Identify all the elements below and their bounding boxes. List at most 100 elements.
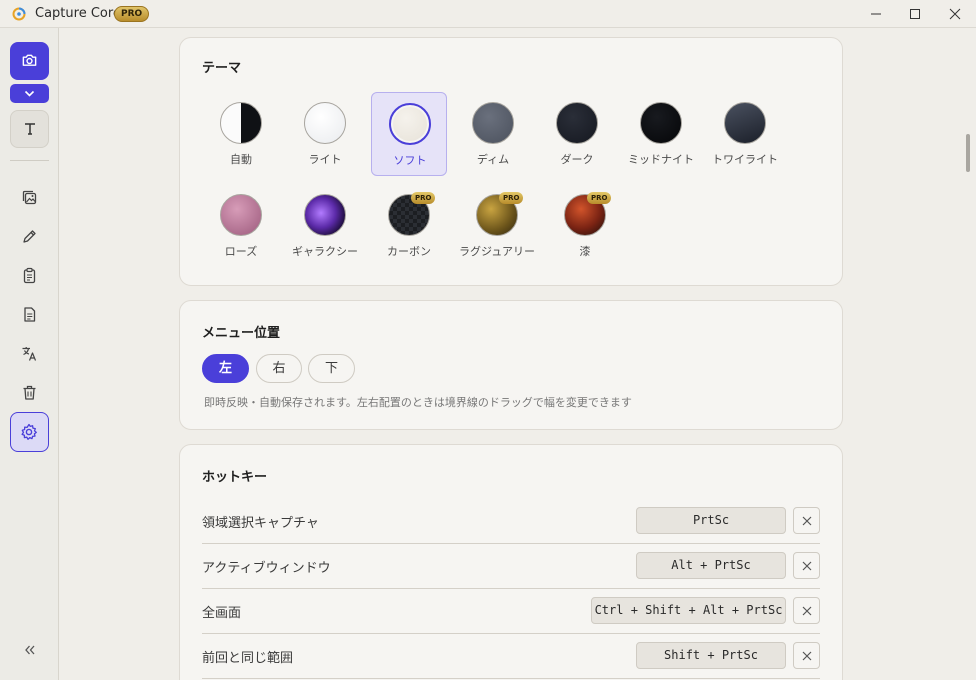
hotkey-row: 領域選択キャプチャ PrtSc — [202, 499, 820, 544]
menu-position-title: メニュー位置 — [202, 326, 281, 341]
x-icon — [802, 606, 812, 616]
clipboard-icon — [23, 267, 36, 284]
app-title: Capture Core — [35, 6, 121, 21]
text-icon — [25, 123, 35, 135]
document-icon — [24, 307, 36, 322]
theme-label: ダーク — [560, 153, 594, 166]
hotkey-input[interactable]: Ctrl + Shift + Alt + PrtSc — [591, 597, 786, 624]
menu-position-hint: 即時反映・自動保存されます。左右配置のときは境界線のドラッグで幅を変更できます — [204, 396, 632, 409]
pen-icon — [23, 230, 36, 243]
menu-position-left-button[interactable]: 左 — [202, 354, 249, 383]
x-icon — [802, 561, 812, 571]
theme-card: テーマ 自動 ライト ソフト ディム ダーク ミッドナイト トワイライト ローズ… — [179, 37, 843, 286]
sidebar-divider — [10, 160, 49, 161]
theme-option-auto[interactable]: 自動 — [203, 92, 279, 176]
chevron-down-icon — [24, 90, 35, 97]
capture-mode-dropdown[interactable] — [10, 84, 49, 103]
theme-swatch — [389, 103, 431, 145]
hotkey-input[interactable]: Alt + PrtSc — [636, 552, 786, 579]
sidebar-item-document[interactable] — [10, 296, 49, 333]
clear-hotkey-button[interactable] — [793, 507, 820, 534]
theme-swatch — [304, 102, 346, 144]
theme-label: 自動 — [230, 153, 252, 166]
hotkey-title: ホットキー — [202, 470, 268, 485]
theme-label: 漆 — [579, 245, 591, 258]
hotkey-row: 前回と同じ範囲 Shift + PrtSc — [202, 634, 820, 679]
x-icon — [802, 651, 812, 661]
trash-icon — [23, 385, 36, 400]
sidebar-item-translate[interactable] — [10, 335, 49, 372]
hotkey-input[interactable]: PrtSc — [636, 507, 786, 534]
menu-position-card: メニュー位置 左 右 下 即時反映・自動保存されます。左右配置のときは境界線のド… — [179, 300, 843, 430]
theme-option-galaxy[interactable]: ギャラクシー — [287, 184, 363, 268]
clear-hotkey-button[interactable] — [793, 642, 820, 669]
theme-swatch — [220, 194, 262, 236]
theme-option-soft[interactable]: ソフト — [371, 92, 447, 176]
theme-option-dim[interactable]: ディム — [455, 92, 531, 176]
hotkey-row: 全画面 Ctrl + Shift + Alt + PrtSc — [202, 589, 820, 634]
theme-label: ミッドナイト — [628, 153, 694, 166]
theme-swatch — [304, 194, 346, 236]
theme-option-dark[interactable]: ダーク — [539, 92, 615, 176]
minimize-icon — [871, 13, 881, 15]
sidebar — [0, 28, 59, 680]
maximize-icon — [910, 9, 920, 19]
theme-option-rose[interactable]: ローズ — [203, 184, 279, 268]
sidebar-item-draw[interactable] — [10, 218, 49, 255]
theme-option-urushi[interactable]: PRO 漆 — [547, 184, 623, 268]
title-bar: Capture Core PRO — [0, 0, 976, 28]
camera-icon — [22, 54, 37, 66]
theme-swatch — [640, 102, 682, 144]
clear-hotkey-button[interactable] — [793, 552, 820, 579]
theme-label: ディム — [476, 153, 510, 166]
theme-label: ローズ — [224, 245, 258, 258]
clear-hotkey-button[interactable] — [793, 597, 820, 624]
text-tool-button[interactable] — [10, 110, 49, 148]
theme-pro-badge: PRO — [411, 192, 436, 204]
theme-swatch — [724, 102, 766, 144]
gear-icon — [21, 423, 37, 440]
sidebar-item-trash[interactable] — [10, 374, 49, 411]
double-chevron-left-icon — [25, 645, 35, 655]
hotkey-label: アクティブウィンドウ — [202, 561, 331, 576]
hotkey-card: ホットキー 領域選択キャプチャ PrtSc アクティブウィンドウ Alt + P… — [179, 444, 843, 680]
theme-title: テーマ — [202, 61, 242, 76]
theme-swatch — [220, 102, 262, 144]
theme-option-light[interactable]: ライト — [287, 92, 363, 176]
maximize-button[interactable] — [895, 0, 935, 28]
theme-label: ギャラクシー — [292, 245, 358, 258]
x-icon — [802, 516, 812, 526]
close-button[interactable] — [935, 0, 975, 28]
theme-option-midnight[interactable]: ミッドナイト — [623, 92, 699, 176]
theme-label: ラグジュアリー — [458, 245, 535, 258]
theme-swatch — [556, 102, 598, 144]
theme-option-carbon[interactable]: PRO カーボン — [371, 184, 447, 268]
theme-option-twilight[interactable]: トワイライト — [707, 92, 783, 176]
translate-icon — [22, 347, 37, 361]
hotkey-label: 前回と同じ範囲 — [202, 651, 294, 666]
hotkey-row: アクティブウィンドウ Alt + PrtSc — [202, 544, 820, 589]
theme-label: ライト — [308, 153, 342, 166]
theme-label: カーボン — [387, 245, 431, 258]
menu-position-bottom-button[interactable]: 下 — [308, 354, 355, 383]
sidebar-item-image-edit[interactable] — [10, 179, 49, 216]
theme-label: トワイライト — [712, 153, 778, 166]
theme-swatch — [472, 102, 514, 144]
theme-option-luxury[interactable]: PRO ラグジュアリー — [459, 184, 535, 268]
scrollbar-thumb[interactable] — [966, 134, 970, 172]
theme-pro-badge: PRO — [587, 192, 612, 204]
hotkey-label: 全画面 — [202, 606, 242, 621]
hotkey-input[interactable]: Shift + PrtSc — [636, 642, 786, 669]
theme-label: ソフト — [393, 154, 427, 167]
sidebar-item-clipboard[interactable] — [10, 257, 49, 294]
app-logo-icon — [12, 7, 26, 21]
theme-pro-badge: PRO — [499, 192, 524, 204]
pro-badge: PRO — [114, 6, 150, 22]
close-icon — [949, 8, 961, 20]
menu-position-right-button[interactable]: 右 — [256, 354, 302, 383]
sidebar-item-settings[interactable] — [10, 412, 49, 452]
capture-button[interactable] — [10, 42, 49, 80]
collapse-sidebar-button[interactable] — [19, 642, 39, 658]
image-stack-icon — [22, 190, 37, 205]
minimize-button[interactable] — [856, 0, 896, 28]
